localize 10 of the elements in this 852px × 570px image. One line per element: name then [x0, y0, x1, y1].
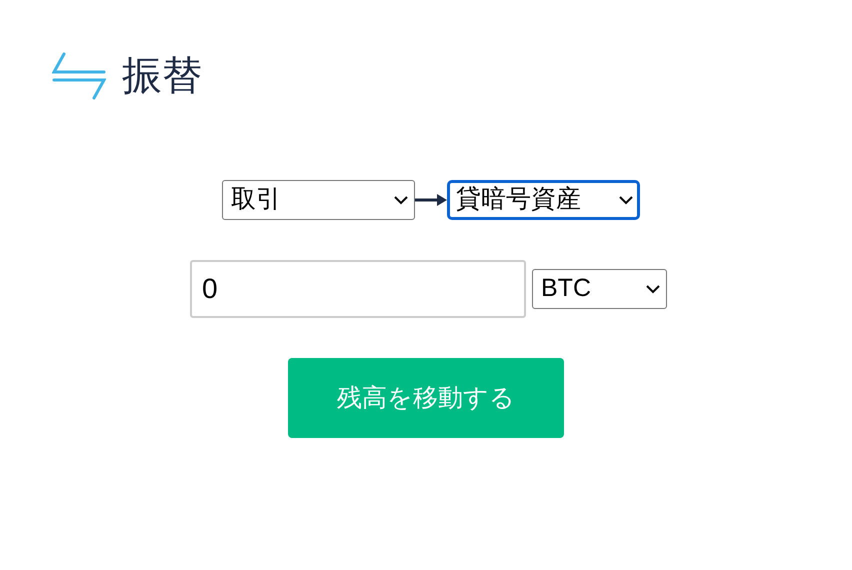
source-select[interactable]: 取引: [222, 180, 415, 220]
amount-field[interactable]: 0: [190, 260, 526, 318]
transfer-icon: [52, 52, 106, 100]
page-title: 振替: [122, 56, 202, 96]
chevron-icon: [394, 196, 408, 204]
chevron-icon: [619, 196, 633, 204]
destination-select[interactable]: 貸暗号資産: [447, 180, 640, 220]
currency-select[interactable]: BTC: [532, 269, 667, 309]
chevron-icon: [646, 284, 660, 294]
arrow-icon: [415, 194, 447, 206]
